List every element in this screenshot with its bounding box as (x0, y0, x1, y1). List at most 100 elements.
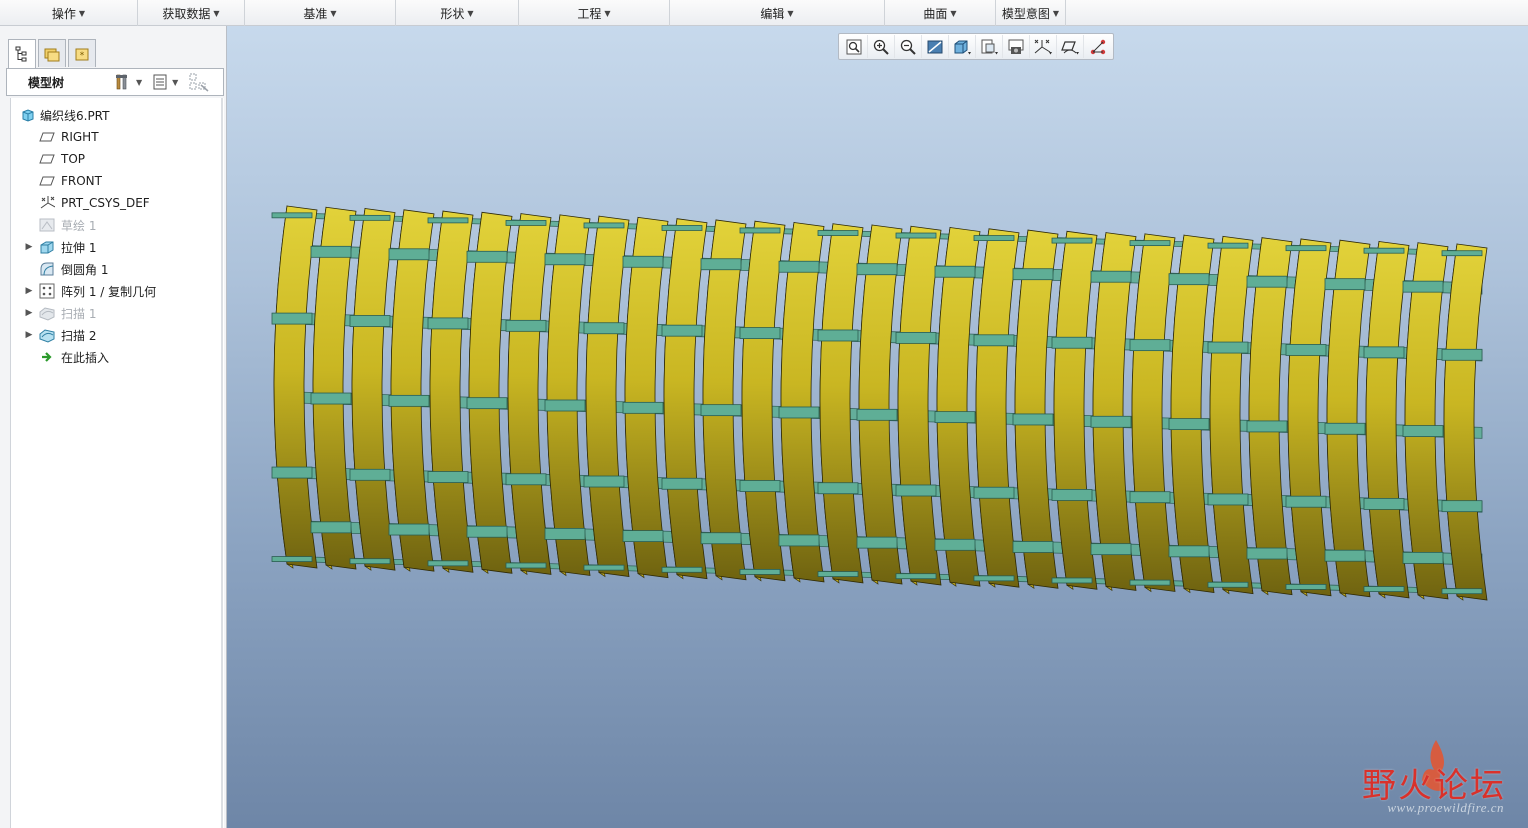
tree-node-sketch-1[interactable]: 草绘 1 (11, 214, 223, 236)
expand-arrow-icon[interactable]: ▶ (23, 242, 35, 252)
ribbon-group-shapes[interactable]: 形状 ▼ (396, 0, 519, 26)
tree-node-sweep-2[interactable]: ▶ 扫描 2 (11, 324, 223, 346)
weave-rod-segment (1051, 336, 1093, 349)
repaint-icon (927, 40, 943, 53)
tree-node-part[interactable]: 编织线6.PRT (11, 104, 223, 126)
watermark-url: www.proewildfire.cn (1387, 800, 1504, 815)
weave-rod-segment (1051, 577, 1093, 584)
expand-arrow-icon[interactable]: ▶ (23, 308, 35, 318)
weave-rod-segment (1324, 549, 1366, 562)
expand-arrow-icon[interactable]: ▶ (23, 330, 35, 340)
weave-rod-segment (1441, 588, 1483, 595)
tree-node-top[interactable]: TOP (11, 148, 223, 170)
weave-rod-segment (427, 471, 469, 483)
tab-folder-browser[interactable] (38, 39, 66, 67)
display-style-button[interactable] (949, 35, 976, 58)
weave-rod-segment (1363, 498, 1405, 510)
weave-rod-segment (1363, 346, 1405, 359)
ribbon-group-model-intent[interactable]: 模型意图 ▼ (996, 0, 1066, 26)
chevron-down-icon: ▼ (467, 8, 474, 18)
weave-rod-segment (349, 468, 391, 481)
weave-rod-segment (817, 571, 859, 577)
weave-rod-segment (934, 411, 976, 424)
weave-strip (1170, 234, 1215, 594)
saved-orientations-button[interactable] (976, 35, 1003, 58)
refit-button[interactable] (841, 35, 868, 58)
favorites-icon: * (75, 48, 89, 61)
repaint-button[interactable] (922, 35, 949, 58)
ribbon-group-editing[interactable]: 编辑 ▼ (670, 0, 885, 26)
navigator-tabs: * (8, 39, 98, 68)
weave-rod-segment (505, 473, 547, 486)
weave-rod-segment (1090, 415, 1132, 428)
tree-node-insert-here[interactable]: 在此插入 (11, 346, 223, 368)
annotation-display-icon (1090, 39, 1105, 54)
pattern-icon (39, 283, 55, 299)
ribbon-group-label: 操作 (51, 6, 76, 21)
tree-node-sweep-1[interactable]: ▶ 扫描 1 (11, 302, 223, 324)
weave-strip (468, 211, 513, 575)
tree-node-right[interactable]: RIGHT (11, 126, 223, 148)
tree-filter-button[interactable] (188, 72, 210, 92)
weave-rod-segment (817, 329, 859, 342)
ribbon-group-label: 基准 (303, 6, 328, 21)
ribbon-group-label: 曲面 (923, 6, 948, 21)
view-manager-button[interactable] (1003, 35, 1030, 58)
weave-rod-segment (349, 214, 391, 221)
weave-strip (936, 226, 981, 587)
weave-rod-segment (1051, 489, 1093, 501)
zoom-out-button[interactable] (895, 35, 922, 58)
weave-rod-segment (1168, 418, 1210, 431)
panel-splitter[interactable] (221, 98, 223, 828)
datum-plane-icon (39, 151, 55, 167)
annotation-display-button[interactable] (1084, 35, 1111, 58)
navigator-panel: * 模型树 ▼ ▼ 编织线6.PRT RIGHT TOP FRONT PRT_C… (0, 26, 227, 828)
ribbon-group-get-data[interactable]: 获取数据 ▼ (138, 0, 245, 26)
graphics-toolbar (838, 33, 1114, 60)
ribbon-group-surfaces[interactable]: 曲面 ▼ (885, 0, 996, 26)
tab-model-tree[interactable] (8, 39, 36, 68)
chevron-down-icon: ▼ (172, 77, 179, 87)
ribbon-group-operations[interactable]: 操作 ▼ (0, 0, 138, 26)
ribbon-group-datum[interactable]: 基准 ▼ (245, 0, 396, 26)
weave-rod-segment (583, 222, 625, 229)
model-tree-icon (15, 46, 27, 62)
weave-rod-segment (1441, 500, 1483, 513)
expand-arrow-icon[interactable]: ▶ (23, 286, 35, 296)
weave-rod-segment (388, 523, 430, 536)
weave-rod-segment (544, 253, 586, 266)
datum-display-button[interactable] (1030, 35, 1057, 58)
round-icon (39, 261, 55, 277)
weave-rod-segment (1207, 242, 1249, 249)
weave-rod-segment (817, 230, 859, 236)
tree-node-label: PRT_CSYS_DEF (61, 196, 150, 210)
tree-node-label: 草绘 1 (61, 218, 97, 233)
zoom-in-button[interactable] (868, 35, 895, 58)
tree-node-front[interactable]: FRONT (11, 170, 223, 192)
weave-rod-segment (505, 562, 547, 569)
datum-plane-icon (39, 129, 55, 145)
ribbon-group-label: 获取数据 (162, 6, 211, 21)
weave-rod-segment (466, 397, 508, 410)
svg-text:*: * (80, 51, 85, 61)
weave-rod-segment (934, 265, 976, 278)
tree-node-round-1[interactable]: 倒圆角 1 (11, 258, 223, 280)
weave-rod-segment (1129, 339, 1171, 352)
weave-strip (1287, 238, 1332, 597)
tree-node-csys[interactable]: PRT_CSYS_DEF (11, 192, 223, 214)
tree-node-extrude-1[interactable]: ▶ 拉伸 1 (11, 236, 223, 258)
chevron-down-icon: ▼ (604, 8, 611, 18)
chevron-down-icon: ▼ (950, 8, 957, 18)
weave-rod-segment (1246, 420, 1288, 433)
spin-center-button[interactable] (1057, 35, 1084, 58)
tab-favorites[interactable]: * (68, 39, 96, 67)
weave-rod-segment (895, 232, 937, 239)
tree-show-button[interactable]: ▼ (152, 73, 178, 91)
weave-rod-segment (466, 525, 508, 538)
graphics-viewport[interactable]: 野火论坛 www.proewildfire.cn (227, 26, 1528, 828)
tree-node-pattern-1[interactable]: ▶ 阵列 1 / 复制几何 (11, 280, 223, 302)
ribbon-group-engineering[interactable]: 工程 ▼ (519, 0, 670, 26)
folder-icon (44, 48, 60, 61)
tree-settings-button[interactable]: ▼ (114, 73, 142, 91)
chevron-down-icon: ▼ (78, 8, 86, 18)
